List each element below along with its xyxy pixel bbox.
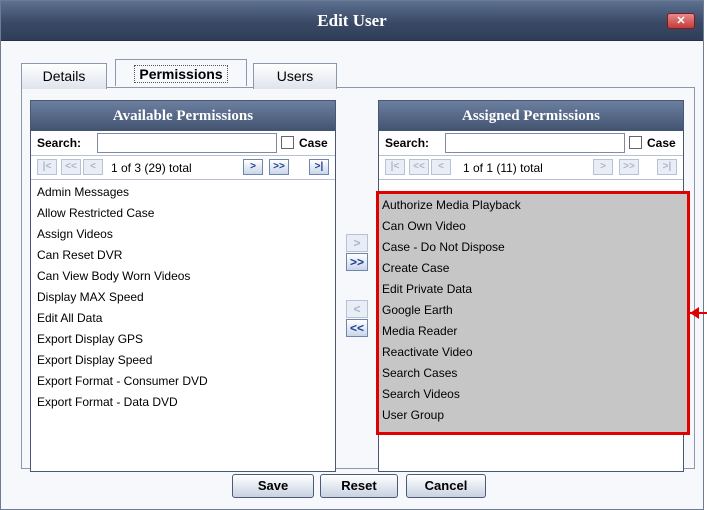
close-button[interactable]: ✕ (667, 13, 695, 29)
assigned-pager: |< << < 1 of 1 (11) total > >> >| (379, 156, 683, 180)
tab-details[interactable]: Details (21, 63, 107, 89)
add-selected-icon[interactable]: > (346, 234, 368, 252)
prev-page-icon[interactable]: < (83, 159, 103, 175)
next-page-icon[interactable]: > (593, 159, 613, 175)
prev-page-icon[interactable]: < (431, 159, 451, 175)
tab-permissions-label: Permissions (134, 65, 228, 83)
next-page-set-icon[interactable]: >> (269, 159, 289, 175)
prev-page-set-icon[interactable]: << (409, 159, 429, 175)
list-item[interactable]: Assign Videos (31, 224, 335, 245)
list-item[interactable]: Can View Body Worn Videos (31, 266, 335, 287)
remove-all-icon[interactable]: << (346, 319, 368, 337)
available-pager-text: 1 of 3 (29) total (111, 161, 192, 175)
tab-users[interactable]: Users (253, 63, 337, 89)
available-case-checkbox[interactable] (281, 136, 294, 149)
first-page-icon[interactable]: |< (385, 159, 405, 175)
assigned-search-label: Search: (385, 136, 430, 150)
available-case-label: Case (299, 136, 328, 150)
cancel-button[interactable]: Cancel (406, 474, 486, 498)
available-permissions-list: Available Permissions Search: Case |< <<… (30, 100, 336, 472)
save-button[interactable]: Save (232, 474, 314, 498)
list-item[interactable]: Export Format - Data DVD (31, 392, 335, 413)
assigned-permissions-header: Assigned Permissions (379, 101, 683, 131)
next-page-icon[interactable]: > (243, 159, 263, 175)
list-item[interactable]: Can Reset DVR (31, 245, 335, 266)
reset-button[interactable]: Reset (320, 474, 398, 498)
available-items: Admin Messages Allow Restricted Case Ass… (31, 180, 335, 413)
assigned-search-input[interactable] (445, 133, 625, 153)
available-pager: |< << < 1 of 3 (29) total > >> >| (31, 156, 335, 180)
last-page-icon[interactable]: >| (657, 159, 677, 175)
last-page-icon[interactable]: >| (309, 159, 329, 175)
available-search-row: Search: Case (31, 131, 335, 156)
title-bar[interactable]: Edit User ✕ (1, 1, 703, 41)
highlight-frame (376, 191, 690, 435)
assigned-search-row: Search: Case (379, 131, 683, 156)
available-search-input[interactable] (97, 133, 277, 153)
tab-permissions[interactable]: Permissions (115, 59, 247, 86)
add-all-icon[interactable]: >> (346, 253, 368, 271)
prev-page-set-icon[interactable]: << (61, 159, 81, 175)
list-item[interactable]: Edit All Data (31, 308, 335, 329)
list-item[interactable]: Display MAX Speed (31, 287, 335, 308)
list-item[interactable]: Export Format - Consumer DVD (31, 371, 335, 392)
tab-details-label: Details (42, 68, 86, 84)
callout-line (690, 312, 707, 314)
list-item[interactable]: Export Display GPS (31, 329, 335, 350)
remove-selected-icon[interactable]: < (346, 300, 368, 318)
close-icon: ✕ (676, 15, 686, 27)
list-item[interactable]: Allow Restricted Case (31, 203, 335, 224)
first-page-icon[interactable]: |< (37, 159, 57, 175)
dialog-title: Edit User (317, 11, 387, 30)
next-page-set-icon[interactable]: >> (619, 159, 639, 175)
available-permissions-header: Available Permissions (31, 101, 335, 131)
assigned-case-label: Case (647, 136, 676, 150)
list-item[interactable]: Export Display Speed (31, 350, 335, 371)
available-search-label: Search: (37, 136, 82, 150)
assigned-case-checkbox[interactable] (629, 136, 642, 149)
list-item[interactable]: Admin Messages (31, 182, 335, 203)
assigned-pager-text: 1 of 1 (11) total (463, 161, 543, 175)
tab-users-label: Users (276, 68, 314, 84)
